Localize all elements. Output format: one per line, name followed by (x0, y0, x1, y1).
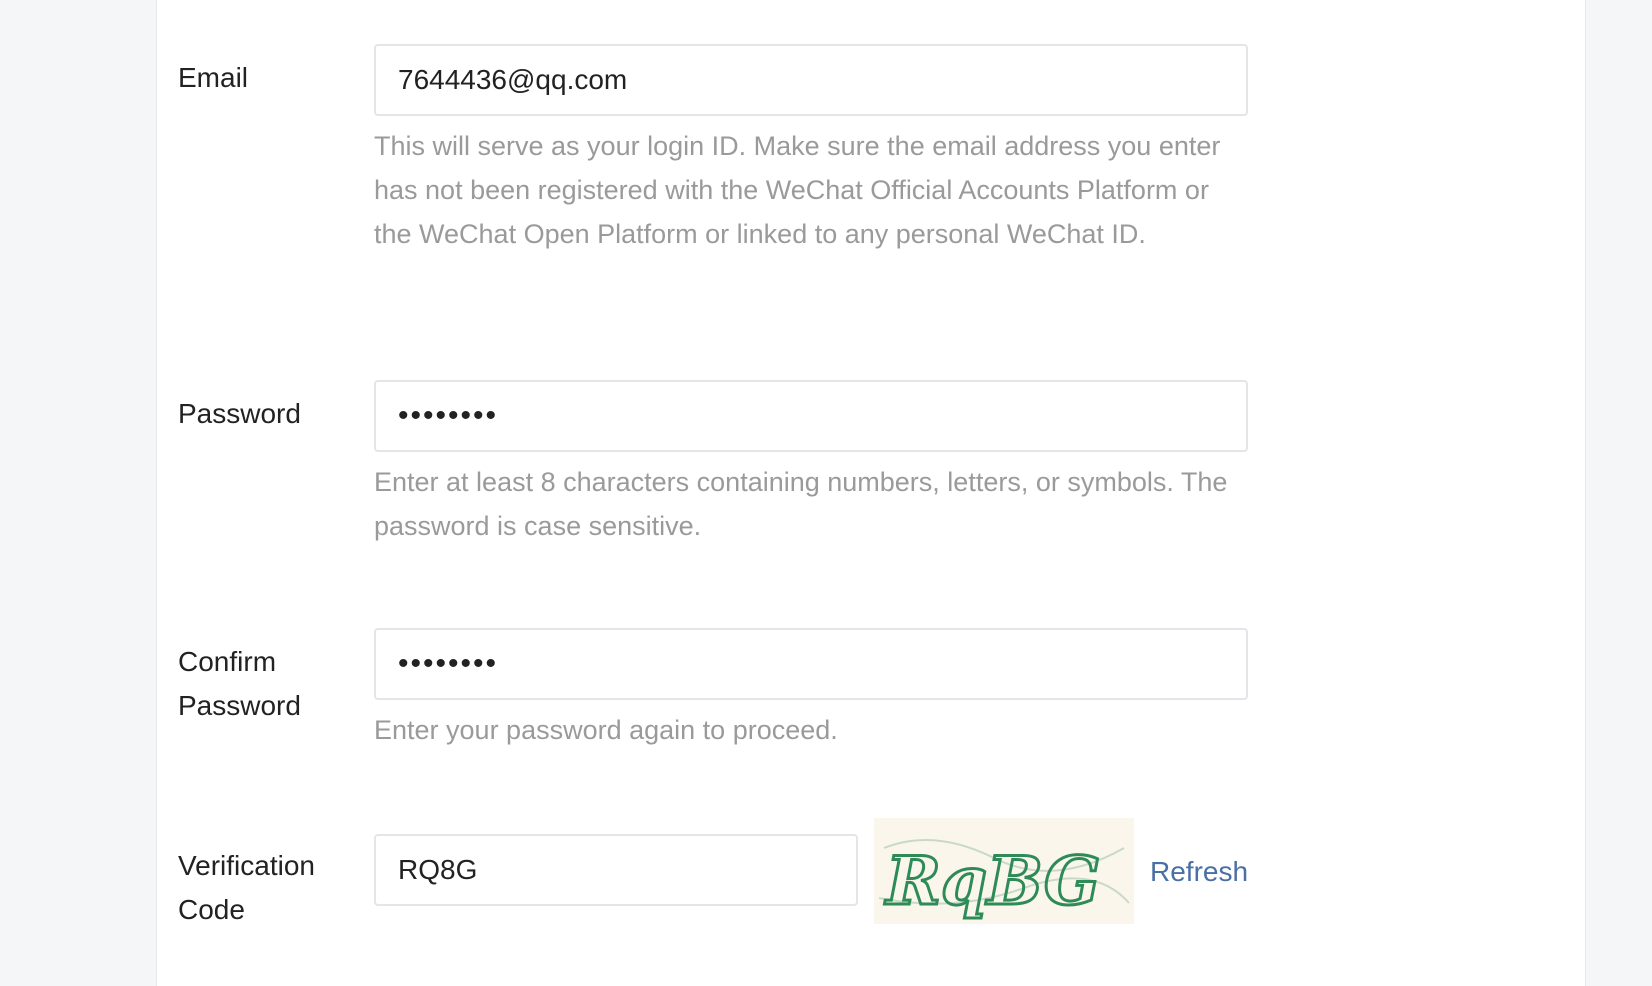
verification-code-label-line2: Code (178, 894, 245, 925)
password-field[interactable] (374, 380, 1248, 452)
email-label: Email (178, 62, 249, 93)
confirm-password-label: Confirm Password (178, 640, 301, 728)
confirm-password-label-line1: Confirm (178, 646, 277, 677)
verification-code-label-line1: Verification (178, 850, 315, 881)
password-label: Password (178, 398, 301, 429)
verification-code-label: Verification Code (178, 844, 315, 932)
password-hint: Enter at least 8 characters containing n… (374, 467, 1228, 541)
email-hint: This will serve as your login ID. Make s… (374, 131, 1221, 249)
email-field[interactable] (374, 44, 1248, 116)
captcha-image: RqBG (874, 818, 1134, 924)
captcha-graphic: RqBG (874, 818, 1134, 924)
refresh-captcha-link[interactable]: Refresh (1150, 850, 1248, 894)
verification-code-field[interactable] (374, 834, 858, 906)
captcha-text: RqBG (884, 842, 1100, 920)
confirm-password-field[interactable] (374, 628, 1248, 700)
confirm-password-label-line2: Password (178, 690, 301, 721)
confirm-password-hint: Enter your password again to proceed. (374, 715, 838, 745)
